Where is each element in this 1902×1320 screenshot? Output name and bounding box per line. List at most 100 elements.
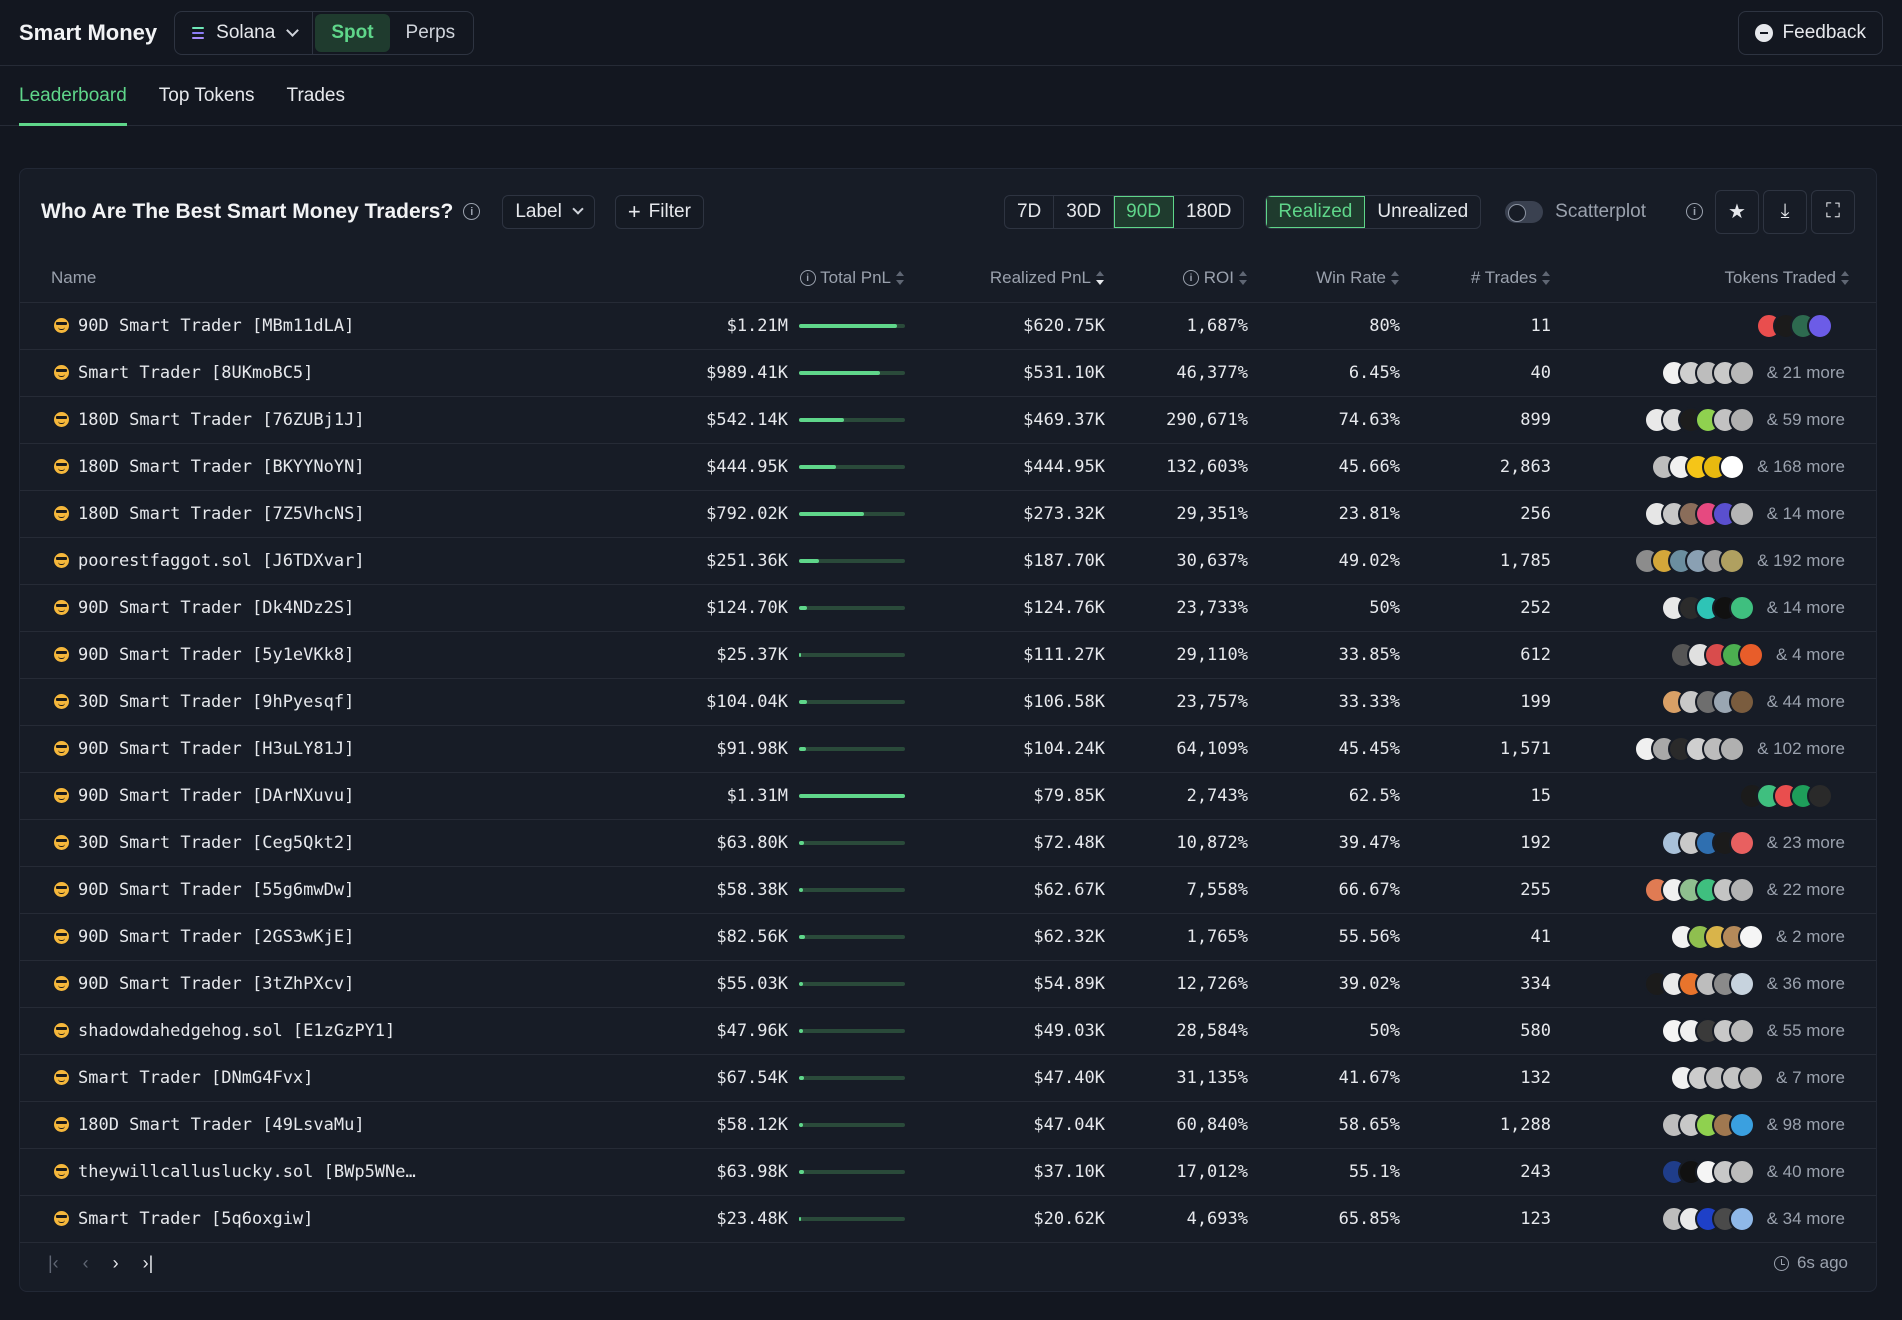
table-row[interactable]: 90D Smart Trader [2GS3wKjE] $82.56K $62.…	[20, 913, 1876, 961]
token-stack[interactable]	[1634, 735, 1746, 762]
trader-name[interactable]: 180D Smart Trader [7Z5VhcNS]	[78, 504, 365, 524]
feedback-button[interactable]: Feedback	[1737, 10, 1883, 55]
table-row[interactable]: poorestfaggot.sol [J6TDXvar] $251.36K $1…	[20, 537, 1876, 585]
trader-name[interactable]: Smart Trader [5q6oxgiw]	[78, 1209, 313, 1229]
more-tokens[interactable]: & 55 more	[1767, 1021, 1845, 1041]
trader-name[interactable]: 180D Smart Trader [BKYYNoYN]	[78, 457, 365, 477]
token-stack[interactable]	[1660, 1111, 1755, 1138]
info-icon[interactable]: i	[463, 203, 481, 220]
token-stack[interactable]	[1643, 406, 1755, 433]
more-tokens[interactable]: & 14 more	[1767, 598, 1845, 618]
header-name[interactable]: Name	[20, 254, 560, 303]
trader-name[interactable]: 90D Smart Trader [H3uLY81J]	[78, 739, 354, 759]
token-stack[interactable]	[1660, 1205, 1755, 1232]
token-stack[interactable]	[1660, 1158, 1755, 1185]
pnl-mode-unrealized[interactable]: Unrealized	[1365, 196, 1480, 228]
table-row[interactable]: 180D Smart Trader [49LsvaMu] $58.12K $47…	[20, 1101, 1876, 1149]
table-row[interactable]: 90D Smart Trader [5y1eVKk8] $25.37K $111…	[20, 631, 1876, 679]
table-row[interactable]: 90D Smart Trader [DArNXuvu] $1.31M $79.8…	[20, 772, 1876, 820]
more-tokens[interactable]: & 102 more	[1757, 739, 1845, 759]
fullscreen-button[interactable]: ⛶	[1811, 189, 1855, 234]
trader-name[interactable]: 180D Smart Trader [49LsvaMu]	[78, 1115, 365, 1135]
more-tokens[interactable]: & 14 more	[1767, 504, 1845, 524]
header-win-rate[interactable]: Win Rate	[1248, 254, 1400, 303]
table-row[interactable]: Smart Trader [8UKmoBC5] $989.41K $531.10…	[20, 349, 1876, 397]
more-tokens[interactable]: & 98 more	[1767, 1115, 1845, 1135]
header-tokens-traded[interactable]: Tokens Traded	[1551, 254, 1876, 303]
trader-name[interactable]: 90D Smart Trader [55g6mwDw]	[78, 880, 354, 900]
token-stack[interactable]	[1670, 923, 1765, 950]
token-stack[interactable]	[1660, 829, 1755, 856]
trader-name[interactable]: poorestfaggot.sol [J6TDXvar]	[78, 551, 365, 571]
trader-name[interactable]: theywillcalluslucky.sol [BWp5WNe…	[78, 1162, 416, 1182]
trader-name[interactable]: 90D Smart Trader [DArNXuvu]	[78, 786, 354, 806]
token-stack[interactable]	[1660, 1017, 1755, 1044]
more-tokens[interactable]: & 168 more	[1757, 457, 1845, 477]
more-tokens[interactable]: & 7 more	[1776, 1068, 1845, 1088]
first-page-icon[interactable]: |‹	[48, 1253, 59, 1274]
token-stack[interactable]	[1756, 312, 1833, 339]
next-page-icon[interactable]: ›	[113, 1253, 119, 1274]
download-button[interactable]: ⤓	[1763, 189, 1807, 234]
token-stack[interactable]	[1670, 1064, 1765, 1091]
market-option-perps[interactable]: Perps	[390, 14, 472, 52]
more-tokens[interactable]: & 23 more	[1767, 833, 1845, 853]
trader-name[interactable]: Smart Trader [8UKmoBC5]	[78, 363, 313, 383]
table-row[interactable]: 30D Smart Trader [Ceg5Qkt2] $63.80K $72.…	[20, 819, 1876, 867]
trader-name[interactable]: shadowdahedgehog.sol [E1zGzPY1]	[78, 1021, 395, 1041]
trader-name[interactable]: 30D Smart Trader [9hPyesqf]	[78, 692, 354, 712]
tab-top-tokens[interactable]: Top Tokens	[159, 66, 255, 125]
table-row[interactable]: 90D Smart Trader [H3uLY81J] $91.98K $104…	[20, 725, 1876, 773]
more-tokens[interactable]: & 44 more	[1767, 692, 1845, 712]
token-stack[interactable]	[1739, 782, 1833, 809]
more-tokens[interactable]: & 4 more	[1776, 645, 1845, 665]
trader-name[interactable]: 90D Smart Trader [Dk4NDz2S]	[78, 598, 354, 618]
scatterplot-toggle[interactable]	[1505, 200, 1544, 223]
more-tokens[interactable]: & 21 more	[1767, 363, 1845, 383]
filter-button[interactable]: + Filter	[614, 194, 704, 229]
table-row[interactable]: 90D Smart Trader [Dk4NDz2S] $124.70K $12…	[20, 584, 1876, 632]
table-row[interactable]: 90D Smart Trader [55g6mwDw] $58.38K $62.…	[20, 866, 1876, 914]
token-stack[interactable]	[1660, 594, 1755, 621]
market-option-spot[interactable]: Spot	[315, 13, 390, 52]
token-stack[interactable]	[1651, 453, 1746, 480]
timeframe-180d[interactable]: 180D	[1174, 196, 1243, 228]
timeframe-90d[interactable]: 90D	[1114, 195, 1174, 228]
more-tokens[interactable]: & 192 more	[1757, 551, 1845, 571]
star-button[interactable]: ★	[1715, 189, 1759, 234]
trader-name[interactable]: 90D Smart Trader [MBm11dLA]	[78, 316, 354, 336]
info-icon[interactable]: i	[1686, 203, 1703, 220]
table-row[interactable]: 90D Smart Trader [MBm11dLA] $1.21M $620.…	[20, 302, 1876, 350]
trader-name[interactable]: 180D Smart Trader [76ZUBj1J]	[78, 410, 365, 430]
header-total-pnl[interactable]: i Total PnL	[560, 254, 905, 303]
table-row[interactable]: 180D Smart Trader [76ZUBj1J] $542.14K $4…	[20, 396, 1876, 444]
token-stack[interactable]	[1643, 970, 1755, 997]
more-tokens[interactable]: & 40 more	[1767, 1162, 1845, 1182]
token-stack[interactable]	[1670, 641, 1765, 668]
last-page-icon[interactable]: ›|	[143, 1253, 154, 1274]
table-row[interactable]: 30D Smart Trader [9hPyesqf] $104.04K $10…	[20, 678, 1876, 726]
table-row[interactable]: theywillcalluslucky.sol [BWp5WNe… $63.98…	[20, 1148, 1876, 1196]
table-row[interactable]: Smart Trader [DNmG4Fvx] $67.54K $47.40K …	[20, 1054, 1876, 1102]
chain-selector[interactable]: Solana	[174, 10, 314, 55]
trader-name[interactable]: 90D Smart Trader [3tZhPXcv]	[78, 974, 354, 994]
more-tokens[interactable]: & 2 more	[1776, 927, 1845, 947]
header-roi[interactable]: i ROI	[1105, 254, 1248, 303]
token-stack[interactable]	[1660, 688, 1755, 715]
trader-name[interactable]: Smart Trader [DNmG4Fvx]	[78, 1068, 313, 1088]
pnl-mode-realized[interactable]: Realized	[1266, 195, 1366, 228]
more-tokens[interactable]: & 34 more	[1767, 1209, 1845, 1229]
table-row[interactable]: 180D Smart Trader [BKYYNoYN] $444.95K $4…	[20, 443, 1876, 491]
token-stack[interactable]	[1660, 359, 1755, 386]
trader-name[interactable]: 90D Smart Trader [2GS3wKjE]	[78, 927, 354, 947]
prev-page-icon[interactable]: ‹	[83, 1253, 89, 1274]
token-stack[interactable]	[1643, 876, 1755, 903]
token-stack[interactable]	[1643, 500, 1755, 527]
more-tokens[interactable]: & 22 more	[1767, 880, 1845, 900]
table-row[interactable]: 180D Smart Trader [7Z5VhcNS] $792.02K $2…	[20, 490, 1876, 538]
more-tokens[interactable]: & 36 more	[1767, 974, 1845, 994]
tab-trades[interactable]: Trades	[287, 66, 345, 125]
trader-name[interactable]: 30D Smart Trader [Ceg5Qkt2]	[78, 833, 354, 853]
label-dropdown[interactable]: Label	[502, 194, 595, 229]
token-stack[interactable]	[1634, 547, 1746, 574]
